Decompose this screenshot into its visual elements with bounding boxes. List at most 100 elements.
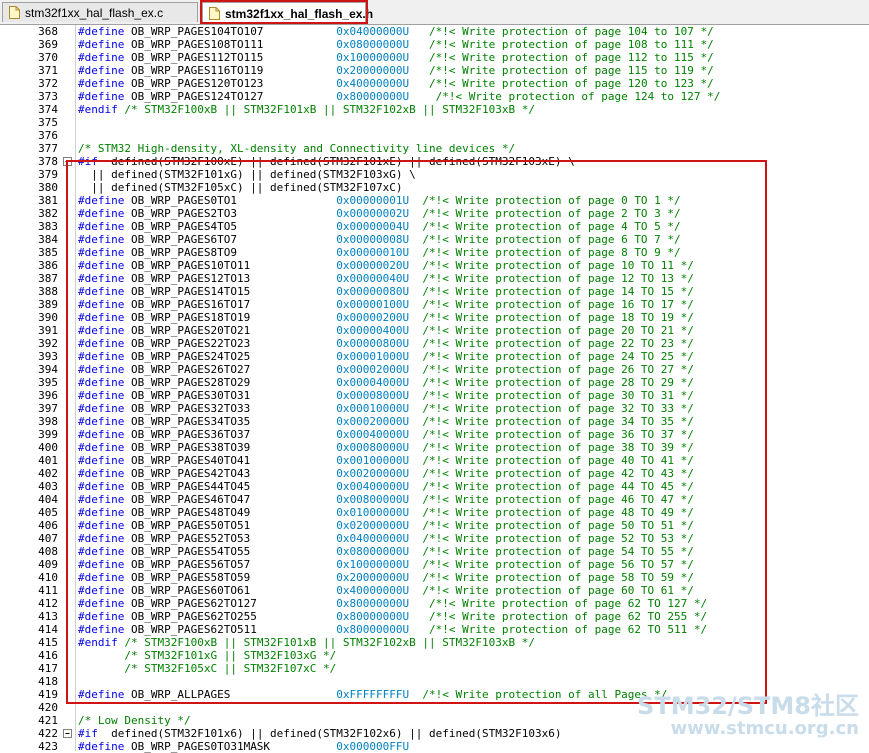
code-line: 399 #define OB_WRP_PAGES36TO37 0x00040000… (0, 428, 869, 441)
code-text: /* Low Density */ (78, 714, 191, 727)
line-number: 406 (38, 519, 58, 532)
line-number: 368 (38, 25, 58, 38)
fold-minus-icon[interactable] (63, 727, 72, 740)
code-line: 409 #define OB_WRP_PAGES56TO57 0x10000000… (0, 558, 869, 571)
code-line: 368 #define OB_WRP_PAGES104TO107 0x040000… (0, 25, 869, 38)
code-text: #define OB_WRP_PAGES34TO35 0x00020000U /… (78, 415, 694, 428)
line-number: 410 (38, 571, 58, 584)
code-line: 372 #define OB_WRP_PAGES120TO123 0x400000… (0, 77, 869, 90)
line-number: 385 (38, 246, 58, 259)
code-text: #define OB_WRP_PAGES10TO11 0x00000020U /… (78, 259, 694, 272)
code-text: #define OB_WRP_PAGES12TO13 0x00000040U /… (78, 272, 694, 285)
line-number: 418 (38, 675, 58, 688)
code-line: 391 #define OB_WRP_PAGES20TO21 0x00000400… (0, 324, 869, 337)
line-number: 396 (38, 389, 58, 402)
code-text: #define OB_WRP_PAGES24TO25 0x00001000U /… (78, 350, 694, 363)
line-number: 371 (38, 64, 58, 77)
code-line: 395 #define OB_WRP_PAGES28TO29 0x00004000… (0, 376, 869, 389)
code-text: || defined(STM32F101xG) || defined(STM32… (78, 168, 416, 181)
code-line: 402 #define OB_WRP_PAGES42TO43 0x00200000… (0, 467, 869, 480)
code-text: #define OB_WRP_PAGES116TO119 0x20000000U… (78, 64, 714, 77)
code-line: 380 || defined(STM32F105xC) || defined(S… (0, 181, 869, 194)
code-line: 386 #define OB_WRP_PAGES10TO11 0x00000020… (0, 259, 869, 272)
code-editor[interactable]: 368 #define OB_WRP_PAGES104TO107 0x040000… (0, 25, 869, 753)
line-number: 423 (38, 740, 58, 753)
tab-label: stm32f1xx_hal_flash_ex.c (25, 5, 164, 20)
code-line: 387 #define OB_WRP_PAGES12TO13 0x00000040… (0, 272, 869, 285)
file-icon (209, 7, 220, 20)
line-number: 391 (38, 324, 58, 337)
tab-flash-ex-h[interactable]: stm32f1xx_hal_flash_ex.h (202, 2, 373, 24)
file-icon (9, 6, 20, 19)
code-text: #define OB_WRP_PAGES104TO107 0x04000000U… (78, 25, 714, 38)
code-text: #define OB_WRP_PAGES42TO43 0x00200000U /… (78, 467, 694, 480)
code-text: #define OB_WRP_PAGES30TO31 0x00008000U /… (78, 389, 694, 402)
code-line: 379 || defined(STM32F101xG) || defined(S… (0, 168, 869, 181)
code-text: #if defined(STM32F101x6) || defined(STM3… (78, 727, 562, 740)
tab-flash-ex-c[interactable]: stm32f1xx_hal_flash_ex.c (2, 2, 198, 22)
code-text: || defined(STM32F105xC) || defined(STM32… (78, 181, 403, 194)
code-text: /* STM32F101xG || STM32F103xG */ (124, 649, 337, 662)
code-line: 383 #define OB_WRP_PAGES4TO5 0x00000004U … (0, 220, 869, 233)
line-number: 388 (38, 285, 58, 298)
code-line: 401 #define OB_WRP_PAGES40TO41 0x00100000… (0, 454, 869, 467)
code-text: #if defined(STM32F100xE) || defined(STM3… (78, 155, 575, 168)
code-line: 394 #define OB_WRP_PAGES26TO27 0x00002000… (0, 363, 869, 376)
code-text: #define OB_WRP_PAGES46TO47 0x00800000U /… (78, 493, 694, 506)
code-text: #define OB_WRP_PAGES2TO3 0x00000002U /*!… (78, 207, 681, 220)
code-line: 389 #define OB_WRP_PAGES16TO17 0x00000100… (0, 298, 869, 311)
code-text: #define OB_WRP_PAGES48TO49 0x01000000U /… (78, 506, 694, 519)
code-line: 382 #define OB_WRP_PAGES2TO3 0x00000002U … (0, 207, 869, 220)
code-line: 411 #define OB_WRP_PAGES60TO61 0x40000000… (0, 584, 869, 597)
code-text: #define OB_WRP_ALLPAGES 0xFFFFFFFFU /*!<… (78, 688, 668, 701)
line-number: 381 (38, 194, 58, 207)
code-text: #define OB_WRP_PAGES62TO511 0x80000000U … (78, 623, 708, 636)
line-number: 389 (38, 298, 58, 311)
watermark-title: STM32/STM8社区 (637, 692, 859, 720)
code-line: 392 #define OB_WRP_PAGES22TO23 0x00000800… (0, 337, 869, 350)
code-text: #define OB_WRP_PAGES6TO7 0x00000008U /*!… (78, 233, 681, 246)
tab-label: stm32f1xx_hal_flash_ex.h (225, 6, 374, 21)
code-line: 400 #define OB_WRP_PAGES38TO39 0x00080000… (0, 441, 869, 454)
line-number: 376 (38, 129, 58, 142)
code-line: 393 #define OB_WRP_PAGES24TO25 0x00001000… (0, 350, 869, 363)
line-number: 379 (38, 168, 58, 181)
line-number: 412 (38, 597, 58, 610)
line-number: 377 (38, 142, 58, 155)
watermark: STM32/STM8社区 www.stmcu.org.cn (637, 693, 859, 739)
code-text: #define OB_WRP_PAGES16TO17 0x00000100U /… (78, 298, 694, 311)
code-line: 376 (0, 129, 869, 142)
code-text: #define OB_WRP_PAGES22TO23 0x00000800U /… (78, 337, 694, 350)
fold-minus-icon[interactable] (63, 155, 72, 168)
code-text: #define OB_WRP_PAGES32TO33 0x00010000U /… (78, 402, 694, 415)
code-line: 374 #endif /* STM32F100xB || STM32F101xB … (0, 103, 869, 116)
code-text: #define OB_WRP_PAGES120TO123 0x40000000U… (78, 77, 714, 90)
line-number: 387 (38, 272, 58, 285)
line-number: 421 (38, 714, 58, 727)
line-number: 390 (38, 311, 58, 324)
line-number: 386 (38, 259, 58, 272)
line-number: 374 (38, 103, 58, 116)
code-text: #define OB_WRP_PAGES62TO255 0x80000000U … (78, 610, 708, 623)
code-line: 381 #define OB_WRP_PAGES0TO1 0x00000001U … (0, 194, 869, 207)
code-text: #define OB_WRP_PAGES44TO45 0x00400000U /… (78, 480, 694, 493)
code-text: #define OB_WRP_PAGES0TO1 0x00000001U /*!… (78, 194, 681, 207)
code-line: 397 #define OB_WRP_PAGES32TO33 0x00010000… (0, 402, 869, 415)
line-number: 413 (38, 610, 58, 623)
line-number: 405 (38, 506, 58, 519)
code-line: 371 #define OB_WRP_PAGES116TO119 0x200000… (0, 64, 869, 77)
line-number: 373 (38, 90, 58, 103)
code-line: 377 /* STM32 High-density, XL-density and… (0, 142, 869, 155)
code-line: 390 #define OB_WRP_PAGES18TO19 0x00000200… (0, 311, 869, 324)
code-text: #define OB_WRP_PAGES108TO111 0x08000000U… (78, 38, 714, 51)
code-line: 396 #define OB_WRP_PAGES30TO31 0x00008000… (0, 389, 869, 402)
line-number: 407 (38, 532, 58, 545)
code-line: 423 #define OB_WRP_PAGES0TO31MASK 0x00000… (0, 740, 869, 753)
code-line: 418 (0, 675, 869, 688)
line-number: 383 (38, 220, 58, 233)
code-line: 414 #define OB_WRP_PAGES62TO511 0x8000000… (0, 623, 869, 636)
line-number: 384 (38, 233, 58, 246)
code-line: 407 #define OB_WRP_PAGES52TO53 0x04000000… (0, 532, 869, 545)
code-text: #define OB_WRP_PAGES38TO39 0x00080000U /… (78, 441, 694, 454)
code-text: #define OB_WRP_PAGES8TO9 0x00000010U /*!… (78, 246, 681, 259)
